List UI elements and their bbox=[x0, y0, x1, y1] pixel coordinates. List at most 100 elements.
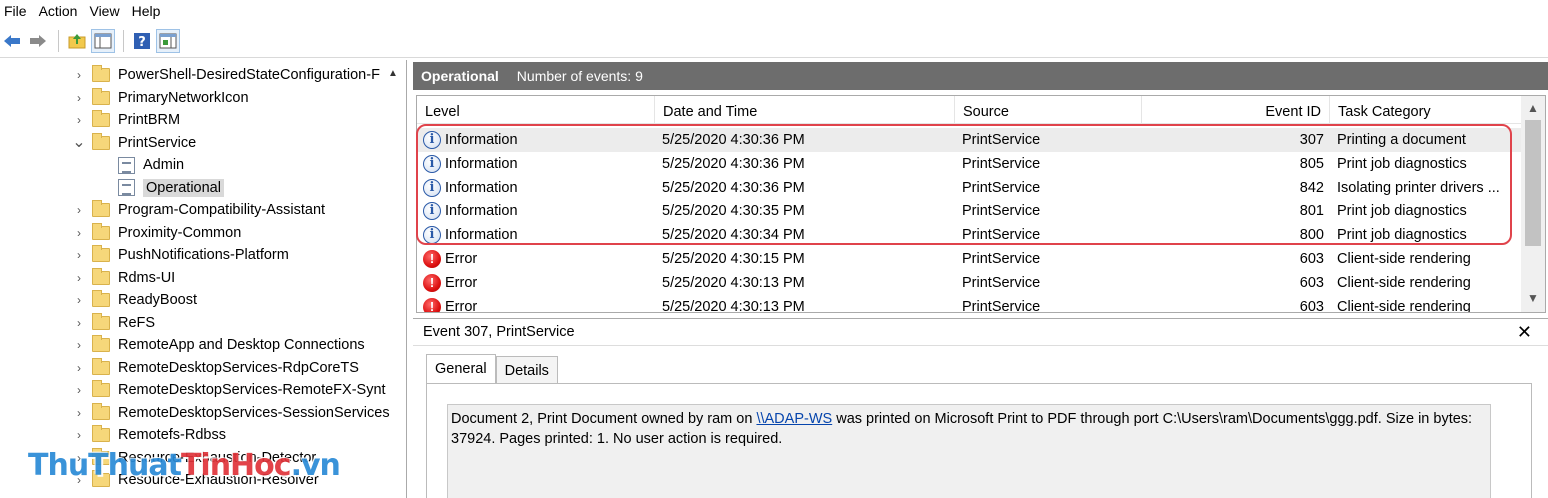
tree-item-folder[interactable]: › Proximity-Common bbox=[72, 222, 241, 244]
up-folder-icon[interactable] bbox=[65, 29, 89, 53]
events-header: Operational Number of events: 9 bbox=[413, 62, 1548, 90]
chevron-right-icon[interactable]: › bbox=[72, 91, 86, 105]
tree-item-label: PushNotifications-Platform bbox=[118, 247, 289, 263]
table-row[interactable]: ! Error 5/25/2020 4:30:13 PM PrintService 60… bbox=[417, 271, 1521, 295]
tree-item-label: RemoteDesktopServices-RdpCoreTS bbox=[118, 359, 359, 376]
watermark-part1: ThuThuat bbox=[28, 448, 182, 483]
cell-date: 5/25/2020 4:30:36 PM bbox=[662, 179, 805, 196]
scroll-up-arrow-icon[interactable]: ▲ bbox=[1521, 98, 1545, 118]
back-arrow-icon[interactable] bbox=[0, 29, 24, 53]
cell-level: Information bbox=[445, 132, 518, 148]
menu-view[interactable]: View bbox=[87, 3, 129, 19]
cell-date: 5/25/2020 4:30:35 PM bbox=[662, 203, 805, 220]
cell-date: 5/25/2020 4:30:15 PM bbox=[662, 251, 805, 267]
event-log-icon bbox=[118, 179, 135, 196]
chevron-right-icon[interactable]: › bbox=[72, 316, 86, 330]
menu-bar: File Action View Help bbox=[0, 0, 1548, 22]
menu-file[interactable]: File bbox=[4, 3, 37, 19]
chevron-right-icon[interactable]: › bbox=[72, 113, 86, 127]
column-header-date[interactable]: Date and Time bbox=[655, 96, 955, 124]
folder-icon bbox=[92, 290, 110, 307]
scrollbar-thumb[interactable] bbox=[1525, 120, 1541, 246]
table-row[interactable]: i Information 5/25/2020 4:30:36 PM PrintSer… bbox=[417, 176, 1521, 200]
event-description: Document 2, Print Document owned by ram … bbox=[447, 404, 1491, 498]
show-hide-tree-icon[interactable] bbox=[91, 28, 115, 53]
tree-item-folder[interactable]: › RemoteDesktopServices-RemoteFX-Synt bbox=[72, 379, 386, 401]
properties-icon[interactable] bbox=[156, 28, 180, 53]
chevron-right-icon[interactable]: › bbox=[72, 383, 86, 397]
tab-general[interactable]: General bbox=[426, 354, 496, 384]
cell-date: 5/25/2020 4:30:36 PM bbox=[662, 132, 805, 148]
toolbar-separator bbox=[123, 29, 124, 52]
chevron-right-icon[interactable]: › bbox=[72, 226, 86, 240]
tree-item-folder[interactable]: ⌄ PrintService bbox=[72, 132, 196, 154]
tab-details[interactable]: Details bbox=[495, 356, 558, 384]
chevron-right-icon[interactable]: › bbox=[72, 428, 86, 442]
help-icon[interactable]: ? bbox=[130, 29, 154, 53]
column-header-level[interactable]: Level bbox=[417, 96, 655, 124]
cell-source: PrintService bbox=[962, 227, 1041, 244]
chevron-right-icon[interactable]: › bbox=[72, 68, 86, 82]
tree-item-folder[interactable]: › PrimaryNetworkIcon bbox=[72, 87, 249, 109]
chevron-right-icon[interactable]: › bbox=[72, 406, 86, 420]
cell-category: Print job diagnostics bbox=[1337, 203, 1467, 220]
chevron-right-icon[interactable]: › bbox=[72, 203, 86, 217]
close-icon[interactable]: ✕ bbox=[1517, 322, 1532, 343]
chevron-right-icon[interactable]: › bbox=[72, 361, 86, 375]
tree-item-label: RemoteDesktopServices-RemoteFX-Synt bbox=[118, 382, 386, 398]
cell-source: PrintService bbox=[962, 132, 1041, 148]
column-header-task-category[interactable]: Task Category bbox=[1330, 96, 1521, 124]
watermark-logo: ThuThuatTinHoc.vn bbox=[28, 448, 341, 483]
tree-item-folder[interactable]: › RemoteApp and Desktop Connections bbox=[72, 334, 365, 356]
detail-tabs: General Details bbox=[426, 354, 558, 384]
table-row[interactable]: i Information 5/25/2020 4:30:36 PM PrintSer… bbox=[417, 128, 1521, 152]
tree-item-folder[interactable]: › Remotefs-Rdbss bbox=[72, 424, 226, 446]
cell-id: 603 bbox=[1299, 298, 1324, 313]
table-row[interactable]: i Information 5/25/2020 4:30:36 PM PrintSer… bbox=[417, 152, 1521, 176]
folder-icon bbox=[92, 402, 110, 420]
cell-source: PrintService bbox=[962, 251, 1041, 267]
cell-level: Information bbox=[445, 203, 518, 220]
event-log-icon bbox=[118, 156, 135, 174]
tree-item-folder[interactable]: › PrintBRM bbox=[72, 109, 180, 131]
chevron-right-icon[interactable]: › bbox=[72, 338, 86, 352]
tree-item-folder[interactable]: › Rdms-UI bbox=[72, 267, 175, 289]
chevron-right-icon[interactable]: › bbox=[72, 293, 86, 307]
tree-item-folder[interactable]: › RemoteDesktopServices-SessionServices bbox=[72, 402, 390, 424]
scroll-down-arrow-icon[interactable]: ▼ bbox=[1521, 288, 1545, 308]
tree-item-folder[interactable]: › PowerShell-DesiredStateConfiguration-F bbox=[72, 64, 380, 86]
folder-icon bbox=[92, 110, 110, 127]
cell-category: Client-side rendering bbox=[1337, 274, 1471, 291]
tree-item-folder[interactable]: › Program-Compatibility-Assistant bbox=[72, 199, 325, 221]
cell-date: 5/25/2020 4:30:34 PM bbox=[662, 227, 805, 244]
tree-item-log[interactable]: Operational bbox=[118, 177, 224, 199]
table-scrollbar[interactable]: ▲ ▼ bbox=[1521, 96, 1545, 312]
tree-item-folder[interactable]: › RemoteDesktopServices-RdpCoreTS bbox=[72, 357, 359, 379]
tree-item-folder[interactable]: › PushNotifications-Platform bbox=[72, 244, 289, 266]
tree-item-folder[interactable]: › ReadyBoost bbox=[72, 289, 197, 311]
chevron-right-icon[interactable]: › bbox=[72, 271, 86, 285]
table-row[interactable]: ! Error 5/25/2020 4:30:13 PM PrintService 60… bbox=[417, 295, 1521, 313]
watermark-part3: .vn bbox=[290, 448, 341, 483]
tree-scroll-up-arrow[interactable]: ▲ bbox=[385, 68, 401, 82]
chevron-right-icon[interactable]: › bbox=[72, 248, 86, 262]
tree-item-folder[interactable]: › ReFS bbox=[72, 312, 155, 334]
table-row[interactable]: i Information 5/25/2020 4:30:34 PM PrintSer… bbox=[417, 223, 1521, 247]
table-row[interactable]: ! Error 5/25/2020 4:30:15 PM PrintService 60… bbox=[417, 247, 1521, 271]
tree-item-label: PowerShell-DesiredStateConfiguration-F bbox=[118, 67, 380, 83]
menu-help[interactable]: Help bbox=[130, 3, 171, 19]
tree-item-label: RemoteDesktopServices-SessionServices bbox=[118, 404, 390, 421]
column-header-source[interactable]: Source bbox=[955, 96, 1142, 124]
chevron-down-icon[interactable]: ⌄ bbox=[72, 134, 86, 150]
menu-action[interactable]: Action bbox=[37, 3, 88, 19]
svg-text:?: ? bbox=[138, 35, 146, 50]
tree-item-log[interactable]: Admin bbox=[118, 154, 184, 176]
forward-arrow-icon[interactable] bbox=[26, 29, 50, 53]
table-row[interactable]: i Information 5/25/2020 4:30:35 PM PrintSer… bbox=[417, 199, 1521, 223]
folder-icon bbox=[92, 65, 110, 82]
computer-link[interactable]: \\ADAP-WS bbox=[756, 411, 832, 427]
information-icon: i bbox=[423, 131, 441, 149]
cell-date: 5/25/2020 4:30:36 PM bbox=[662, 155, 805, 172]
cell-date: 5/25/2020 4:30:13 PM bbox=[662, 274, 805, 291]
column-header-event-id[interactable]: Event ID bbox=[1142, 96, 1330, 124]
